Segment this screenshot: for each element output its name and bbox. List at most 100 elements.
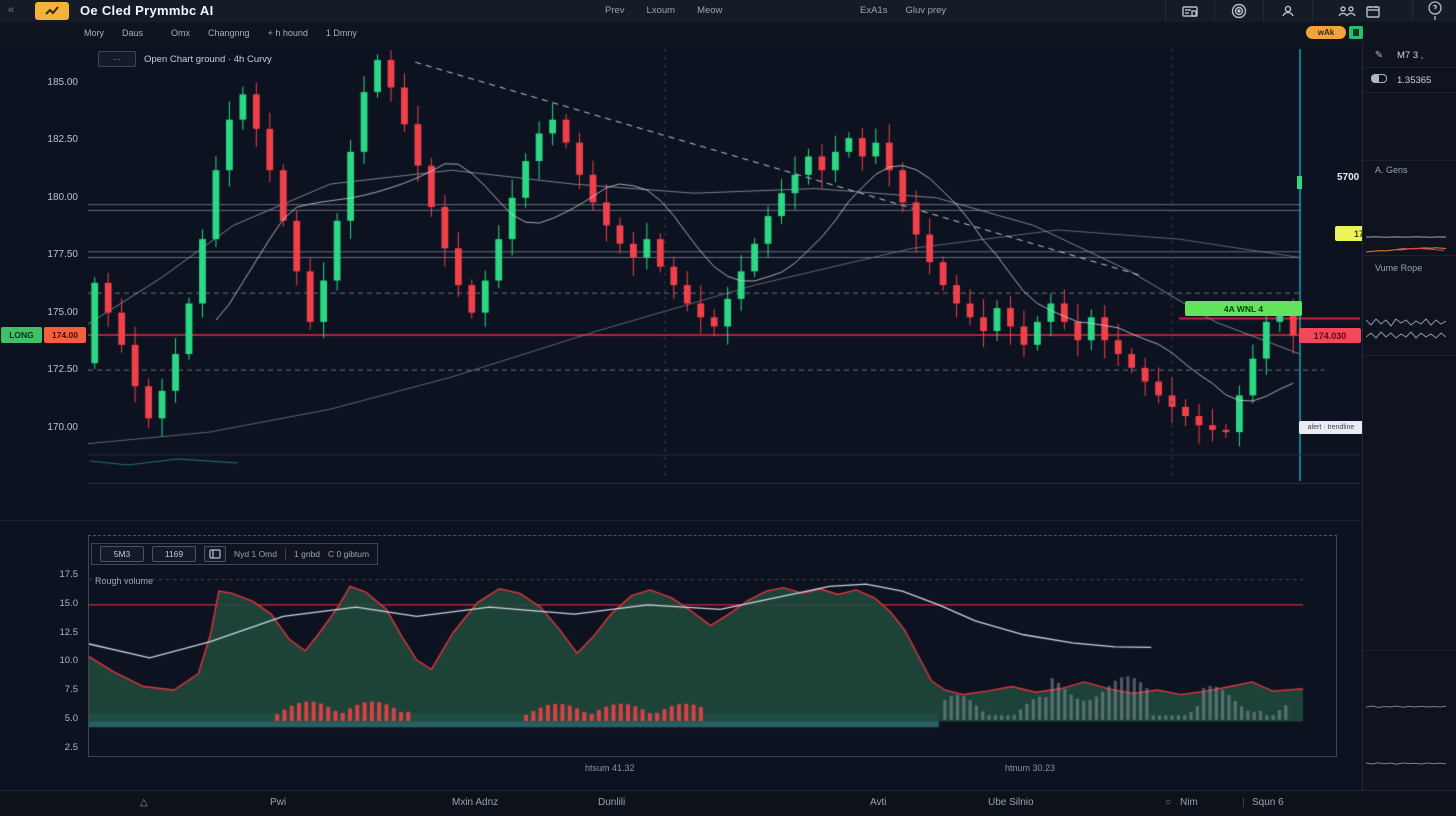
position-banner[interactable]: 4A WNL 4 [1185,301,1302,316]
pane-divider[interactable] [0,520,1362,521]
indicator-axis-label: 10.0 [0,655,78,666]
user-icon[interactable] [1263,0,1312,22]
indicator-axis-label: 12.5 [0,627,78,638]
widgets-group [1312,0,1405,22]
toolbar-item-add[interactable]: + h hound [268,28,308,38]
buy-chip-button[interactable] [1349,26,1363,39]
watchlist-row-label: M7 3 , [1397,50,1423,61]
watchlist-row[interactable]: ✎ M7 3 , [1363,43,1456,68]
toolbar-item-symbol[interactable]: Mory [84,28,104,38]
sparkline [1366,329,1446,343]
divider [1363,355,1456,356]
time-axis-label: htsum 41.32 [585,763,635,773]
collapse-chevron-icon[interactable]: « [8,4,14,16]
display-mode-icon[interactable] [204,546,226,562]
indicator-axis-label: 17.5 [0,569,78,580]
divider [285,548,286,560]
indicator-menu-item[interactable]: 1 gnbd [294,549,320,559]
target-icon[interactable] [1214,0,1263,22]
indicator-axis-label: 5.0 [0,713,78,724]
level-label: 5700 [1337,172,1359,183]
sidebar-section-title[interactable]: Vume Rope [1375,263,1422,273]
top-bar: « Oe Cled Prymmbc AI Prev Lxoum Meow ExA… [0,0,1456,23]
toolbar-item-type[interactable]: Omx [171,28,190,38]
capsule-icon [1371,74,1387,86]
sparkline [1398,243,1444,257]
screenshot-icon[interactable] [1165,0,1214,22]
app-title: Oe Cled Prymmbc AI [80,3,214,18]
toolbar-item-interval[interactable]: Daus [122,28,143,38]
watchlist-sidebar: ✎ M7 3 , 1.35365 A. Gens Vume Rope [1362,43,1456,790]
toolbar-item-indicators[interactable]: Changnng [208,28,250,38]
indicator-canvas[interactable] [89,536,1336,756]
buy-chip-icon [1353,29,1359,36]
sparkline [1366,700,1446,714]
divider: | [1242,797,1245,808]
menu-item[interactable]: ExA1s [860,5,887,16]
statusbar-item[interactable]: Ube Silnio [988,797,1034,808]
last-price-badge: 174.030 [1299,328,1361,343]
indicator-menu-item[interactable]: C 0 gibtum [328,549,369,559]
indicator-axis-label: 15.0 [0,598,78,609]
position-side-badge: LONG [1,327,42,343]
time-axis-label: htnum 30.23 [1005,763,1055,773]
watchlist-row-label: 1.35365 [1397,75,1431,86]
calendar-icon[interactable] [1366,5,1380,18]
menu-item[interactable]: Gluv prey [905,5,946,16]
indicator-axis-label: 2.5 [0,742,78,753]
watchlist-row[interactable]: 1.35365 [1363,68,1456,93]
secondary-menu: ExA1s Gluv prey [860,5,946,16]
circle-icon: ○ [1165,797,1171,808]
menu-item[interactable]: Meow [697,5,722,16]
current-price-badge: 174.00 [44,327,86,343]
statusbar-item[interactable]: Squn 6 [1252,797,1284,808]
pen-icon: ✎ [1371,50,1387,61]
sparkline [1366,316,1446,330]
drawing-tool-pill[interactable]: alert · trendline [1299,421,1363,434]
indicator-axis-label: 7.5 [0,684,78,695]
help-button[interactable] [1412,0,1456,22]
indicator-legend: Rough volume [95,576,153,586]
interval-chip[interactable]: 1169 [152,546,196,562]
chart-legend: ··· Open Chart ground · 4h Curvy [98,51,272,67]
sparkline [1366,757,1446,771]
upgrade-button[interactable]: wAk [1306,26,1346,39]
legend-text: Open Chart ground · 4h Curvy [144,54,272,65]
statusbar-item[interactable]: Nim [1180,797,1198,808]
price-axis-label: 180.00 [0,192,78,203]
price-axis-label: 177.50 [0,249,78,260]
divider [1363,160,1456,161]
price-axis-label: 175.00 [0,307,78,318]
triangle-icon[interactable]: △ [140,797,148,808]
statusbar-item[interactable]: Mxin Adnz [452,797,498,808]
logo-arrow-icon [44,5,60,17]
statusbar-item[interactable]: Avti [870,797,887,808]
legend-chip-button[interactable]: ··· [98,51,136,67]
interval-chip[interactable]: 5M3 [100,546,144,562]
divider [1363,650,1456,651]
main-menu: Prev Lxoum Meow [605,5,722,16]
price-axis-label: 172.50 [0,364,78,375]
price-axis-label: 170.00 [0,422,78,433]
statusbar-item[interactable]: Dunlili [598,797,625,808]
sidebar-section-title[interactable]: A. Gens [1375,165,1408,175]
topbar-icon-group [1165,0,1405,22]
toolbar-item-layout[interactable]: 1 Dmny [326,28,357,38]
indicator-menu-item[interactable]: Nyd 1 Omd [234,549,277,559]
chart-toolbar: Mory Daus Omx Changnng + h hound 1 Dmny … [0,22,1456,43]
price-axis-label: 182.50 [0,134,78,145]
statusbar-item[interactable]: Pwi [270,797,286,808]
indicator-controls: 5M3 1169 Nyd 1 Omd 1 gnbd C 0 gibtum [91,543,378,565]
trading-app: « Oe Cled Prymmbc AI Prev Lxoum Meow ExA… [0,0,1456,816]
indicator-panel: 5M3 1169 Nyd 1 Omd 1 gnbd C 0 gibtum Rou… [88,535,1337,757]
menu-item[interactable]: Lxoum [647,5,676,16]
sparkline [1366,230,1446,244]
people-icon[interactable] [1338,5,1356,17]
brand-logo[interactable] [35,2,69,20]
main-chart-canvas[interactable] [88,45,1360,485]
status-bar: △ Pwi Mxin Adnz Dunlili Avti Ube Silnio … [0,790,1456,816]
main-chart-pane: ··· Open Chart ground · 4h Curvy 5700 17… [88,45,1360,485]
menu-item[interactable]: Prev [605,5,625,16]
help-icon [1427,1,1443,21]
level-tick [1297,176,1302,189]
